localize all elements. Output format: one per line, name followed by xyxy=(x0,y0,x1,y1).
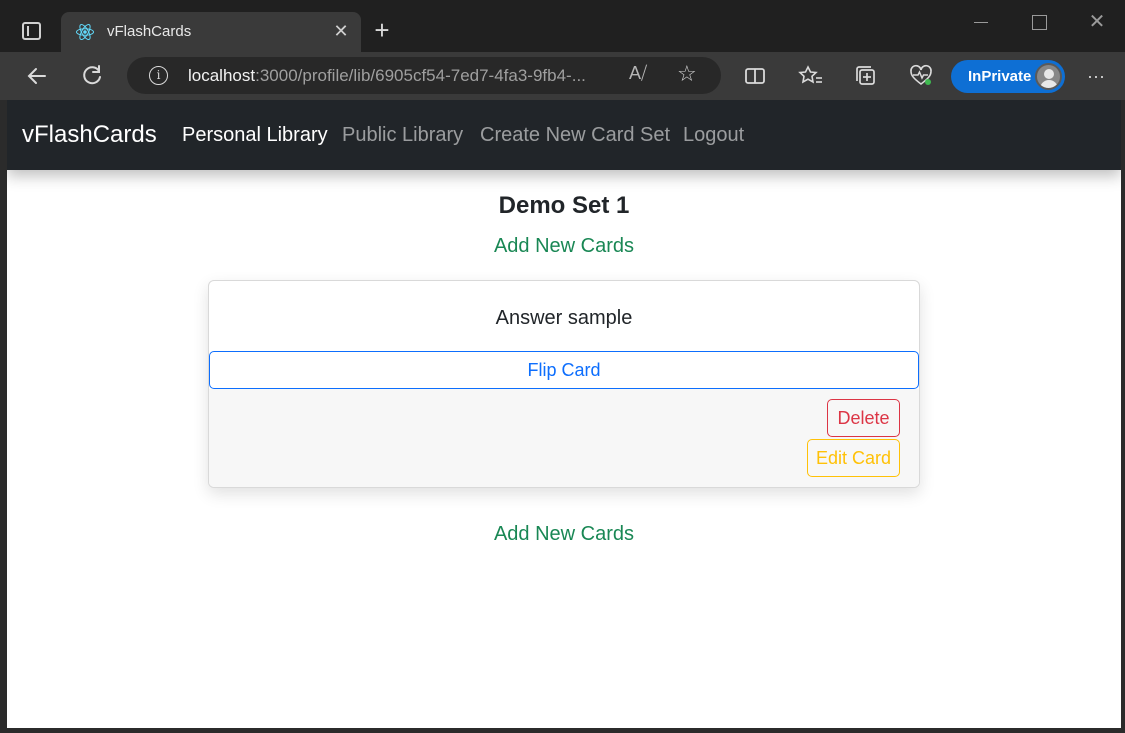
page-title: Demo Set 1 xyxy=(498,192,630,219)
browser-essentials-icon[interactable] xyxy=(907,62,935,90)
favorites-icon[interactable] xyxy=(797,62,825,90)
nav-logout[interactable]: Logout xyxy=(683,124,744,147)
add-new-cards-link-top[interactable]: Add New Cards xyxy=(7,235,1121,258)
address-bar[interactable]: i localhost:3000/profile/lib/6905cf54-7e… xyxy=(127,57,721,94)
card-footer: Delete Edit Card xyxy=(209,389,919,487)
nav-personal-library[interactable]: Personal Library xyxy=(182,124,328,147)
favorite-star-icon[interactable]: ☆ xyxy=(677,61,697,87)
close-tab-icon[interactable]: ✕ xyxy=(331,21,351,41)
react-icon xyxy=(76,23,94,41)
close-window-icon[interactable]: ✕ xyxy=(1082,10,1112,34)
minimize-icon[interactable] xyxy=(966,10,996,34)
brand-link[interactable]: vFlashCards xyxy=(22,121,157,149)
new-tab-button[interactable]: + xyxy=(370,17,394,43)
nav-public-library[interactable]: Public Library xyxy=(342,124,463,147)
collections-icon[interactable] xyxy=(852,62,880,90)
browser-toolbar: i localhost:3000/profile/lib/6905cf54-7e… xyxy=(0,52,1125,100)
info-icon[interactable]: i xyxy=(149,66,168,85)
delete-button[interactable]: Delete xyxy=(827,399,900,437)
edit-card-button[interactable]: Edit Card xyxy=(807,439,900,477)
card-text: Answer sample xyxy=(495,307,633,329)
inprivate-button[interactable]: InPrivate xyxy=(951,60,1065,93)
url-text[interactable]: localhost:3000/profile/lib/6905cf54-7ed7… xyxy=(188,66,586,86)
more-icon[interactable]: ··· xyxy=(1082,62,1110,90)
browser-tab[interactable]: vFlashCards ✕ xyxy=(61,12,361,52)
read-aloud-icon[interactable]: A⧸ xyxy=(629,63,647,84)
inprivate-label: InPrivate xyxy=(968,68,1032,85)
browser-titlebar: vFlashCards ✕ + ✕ xyxy=(0,0,1125,52)
flashcard: Answer sample Flip Card Delete Edit Card xyxy=(208,280,920,488)
maximize-icon[interactable] xyxy=(1024,10,1054,34)
back-icon[interactable] xyxy=(23,62,51,90)
avatar xyxy=(1035,63,1062,90)
sidebar-toggle-icon[interactable] xyxy=(22,22,41,40)
refresh-icon[interactable] xyxy=(78,62,106,90)
split-screen-icon[interactable] xyxy=(741,62,769,90)
app-navbar: vFlashCards Personal Library Public Libr… xyxy=(7,100,1121,170)
nav-create-card-set[interactable]: Create New Card Set xyxy=(480,124,670,147)
page-viewport: vFlashCards Personal Library Public Libr… xyxy=(7,100,1121,728)
flip-card-button[interactable]: Flip Card xyxy=(209,351,919,389)
add-new-cards-link-bottom[interactable]: Add New Cards xyxy=(7,523,1121,546)
tab-title: vFlashCards xyxy=(107,23,192,40)
